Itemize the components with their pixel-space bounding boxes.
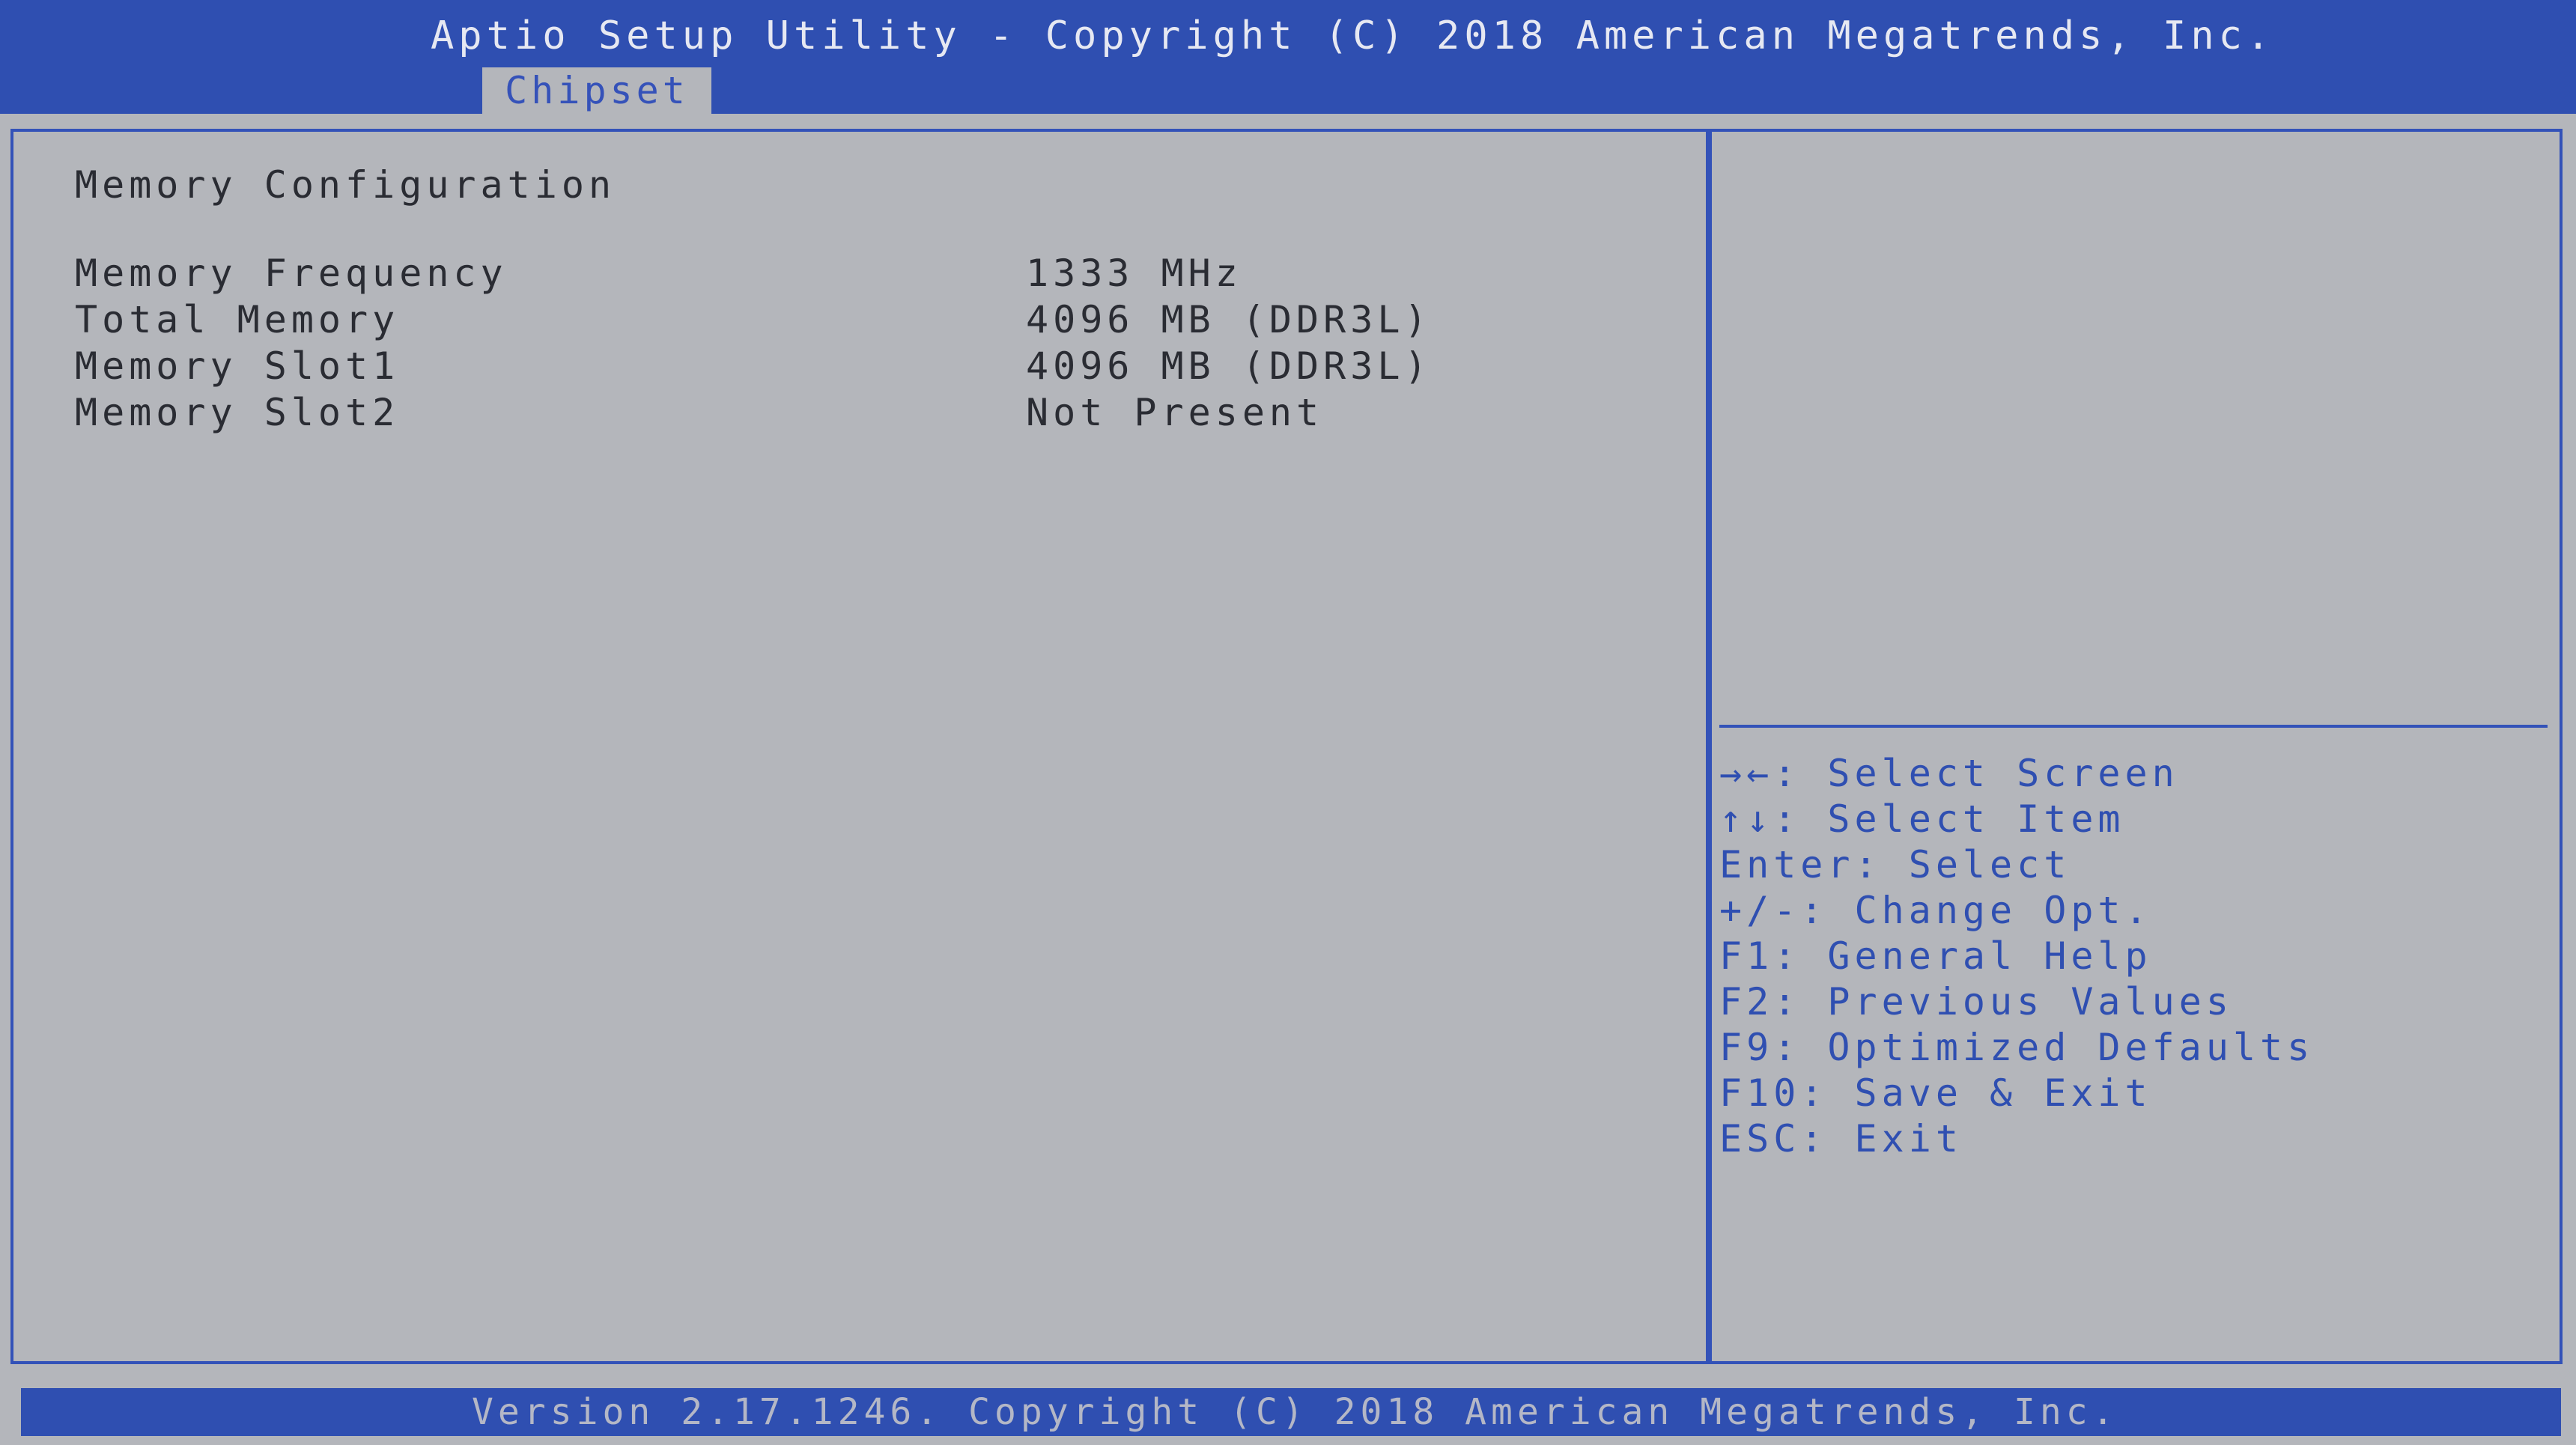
section-title: Memory Configuration bbox=[75, 163, 616, 207]
setting-value-memory-frequency: 1333 MHz bbox=[1026, 252, 1242, 295]
help-optimized-defaults: F9: Optimized Defaults bbox=[1719, 1026, 2315, 1069]
help-general-help: F1: General Help bbox=[1719, 934, 2152, 978]
help-esc-exit: ESC: Exit bbox=[1719, 1117, 1963, 1160]
help-panel bbox=[1712, 129, 2563, 1364]
help-save-exit: F10: Save & Exit bbox=[1719, 1071, 2152, 1115]
setting-value-memory-slot1: 4096 MB (DDR3L) bbox=[1026, 344, 1432, 388]
setting-value-memory-slot2: Not Present bbox=[1026, 391, 1324, 434]
setting-label-memory-slot1: Memory Slot1 bbox=[75, 344, 400, 388]
setting-label-total-memory: Total Memory bbox=[75, 298, 400, 341]
help-select-screen: →←: Select Screen bbox=[1719, 752, 2179, 795]
help-previous-values: F2: Previous Values bbox=[1719, 980, 2233, 1023]
help-enter-select: Enter: Select bbox=[1719, 843, 2071, 886]
help-select-item: ↑↓: Select Item bbox=[1719, 797, 2125, 841]
setting-label-memory-slot2: Memory Slot2 bbox=[75, 391, 400, 434]
help-separator bbox=[1719, 725, 2548, 728]
bios-screen: Aptio Setup Utility - Copyright (C) 2018… bbox=[0, 0, 2576, 1445]
app-title: Aptio Setup Utility - Copyright (C) 2018… bbox=[431, 13, 2275, 58]
panel-divider bbox=[1706, 129, 1712, 1364]
help-change-opt: +/-: Change Opt. bbox=[1719, 889, 2152, 932]
setting-label-memory-frequency: Memory Frequency bbox=[75, 252, 508, 295]
tab-chipset[interactable]: Chipset bbox=[482, 67, 711, 114]
setting-value-total-memory: 4096 MB (DDR3L) bbox=[1026, 298, 1432, 341]
footer-version-text: Version 2.17.1246. Copyright (C) 2018 Am… bbox=[472, 1391, 2118, 1433]
